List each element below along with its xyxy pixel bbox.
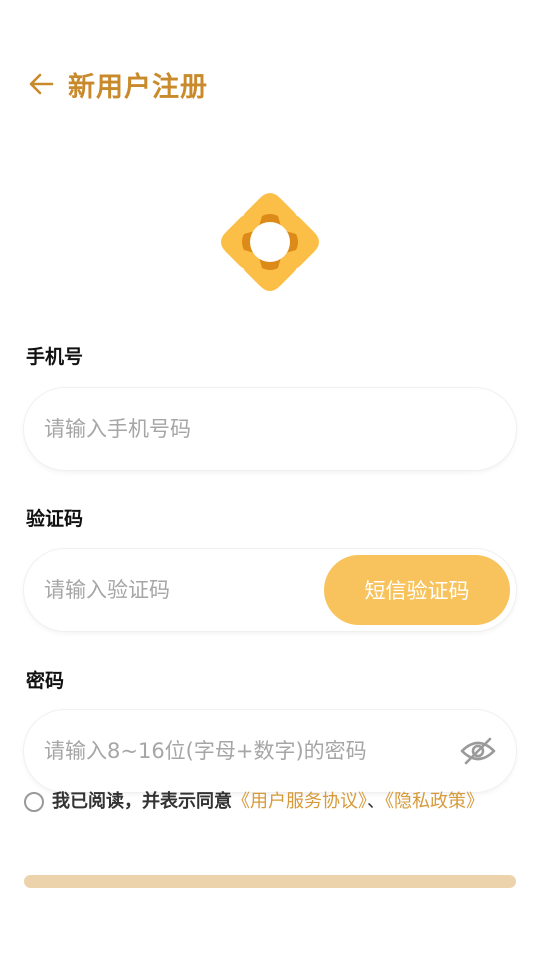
code-field: 短信验证码 [24, 549, 516, 631]
page-title: 新用户注册 [68, 71, 208, 103]
arrow-left-icon [29, 73, 54, 95]
eye-off-icon [460, 737, 496, 765]
password-input[interactable] [24, 710, 458, 792]
password-label: 密码 [26, 670, 65, 692]
password-visibility-toggle[interactable] [458, 731, 498, 771]
phone-field [24, 388, 516, 470]
header: 新用户注册 [26, 62, 208, 106]
privacy-policy-link[interactable]: 《隐私政策》 [385, 791, 484, 812]
phone-label: 手机号 [26, 346, 84, 368]
agreement-radio[interactable] [24, 792, 44, 812]
send-sms-code-button[interactable]: 短信验证码 [324, 555, 510, 625]
app-logo [221, 193, 319, 291]
back-button[interactable] [26, 69, 56, 99]
register-button[interactable] [24, 875, 516, 888]
password-field [24, 710, 516, 792]
agreement-text: 我已阅读，并表示同意 [52, 791, 232, 812]
phone-input[interactable] [24, 388, 516, 470]
agreement: 我已阅读，并表示同意《用户服务协议》、《隐私政策》 [24, 788, 514, 816]
agreement-separator: 、 [367, 791, 385, 812]
service-agreement-link[interactable]: 《用户服务协议》 [232, 791, 367, 812]
code-label: 验证码 [26, 508, 84, 530]
